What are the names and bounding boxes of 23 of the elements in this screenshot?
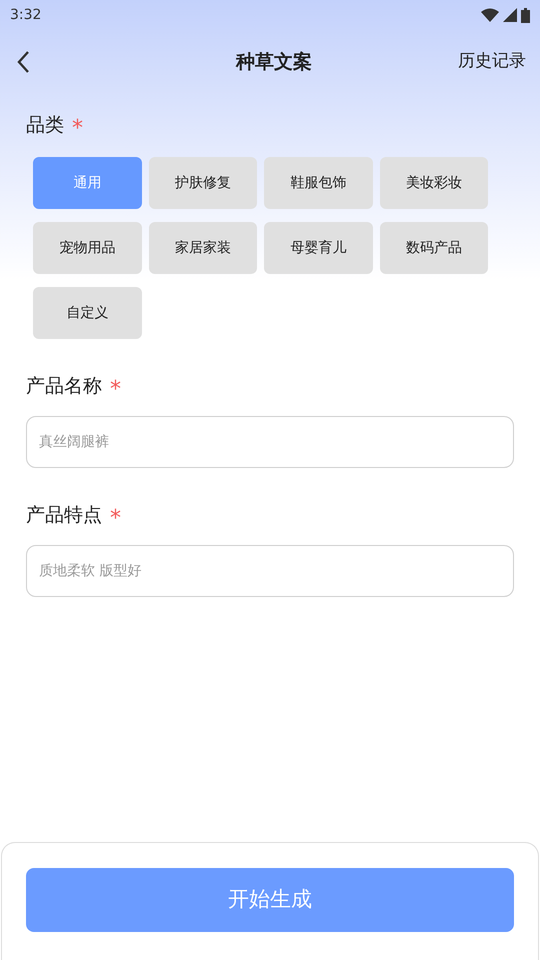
required-mark: * [72,115,83,143]
back-icon [16,50,30,74]
field-label: 产品名称 [26,374,102,400]
required-mark: * [110,505,121,533]
status-time: 3:32 [10,6,42,24]
category-chip[interactable]: 家居家装 [148,222,257,274]
category-chip[interactable]: 鞋服包饰 [264,157,372,209]
category-chip[interactable]: 数码产品 [380,222,488,274]
section-label: 品类 [26,113,64,138]
signal-icon [503,8,517,22]
field-label: 产品特点 [26,503,102,528]
battery-icon [521,8,530,22]
category-chip[interactable]: 美妆彩妆 [380,157,488,209]
page-title: 种草文案 [236,50,312,75]
category-chip[interactable]: 母婴育儿 [264,222,372,274]
wifi-icon [481,8,499,22]
category-chip[interactable]: 护肤修复 [148,157,257,209]
input-field[interactable]: 真丝阔腿裤 [26,416,514,468]
input-field[interactable]: 质地柔软 版型好 [26,545,514,597]
category-chip[interactable]: 自定义 [33,287,142,339]
history-link[interactable]: 历史记录 [458,49,526,75]
category-chip[interactable]: 宠物用品 [33,222,142,274]
required-mark: * [110,376,121,404]
